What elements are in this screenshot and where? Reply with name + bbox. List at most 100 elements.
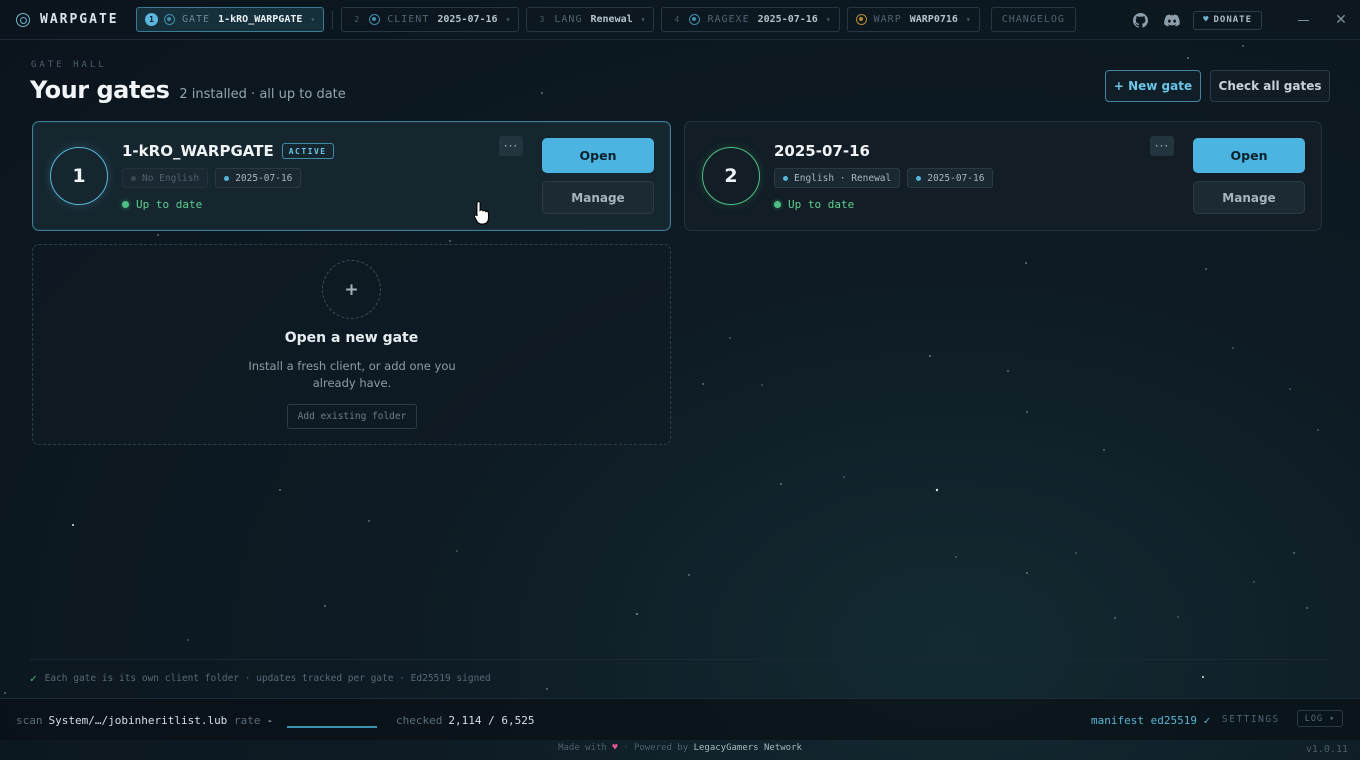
app-logo[interactable]: WARPGATE: [16, 12, 136, 27]
rate-status: rate -: [234, 714, 273, 727]
top-bar: WARPGATE 1 GATE 1-kRO_WARPGATE ▾ 2 CLIEN…: [0, 0, 1360, 40]
footer-note: ✓ Each gate is its own client folder · u…: [30, 672, 491, 685]
step-value: Renewal: [590, 14, 633, 25]
gate-status: Up to date: [774, 198, 854, 211]
gate-index-ring: 2: [702, 147, 760, 205]
language-tag: English · Renewal: [774, 168, 901, 188]
gate-card[interactable]: 1 1-kRO_WARPGATE ACTIVE No English 2025-…: [32, 121, 671, 231]
checked-value: 2,114 / 6,525: [448, 714, 535, 727]
step-label: GATE: [182, 14, 211, 25]
status-dot-icon: [122, 201, 129, 208]
step-value: 2025-07-16: [757, 14, 818, 25]
step-number: 4: [674, 15, 680, 24]
manage-gate-button[interactable]: Manage: [1193, 181, 1305, 214]
credits-powered-by: · Powered by: [623, 743, 689, 753]
github-icon[interactable]: [1129, 9, 1151, 31]
manifest-status[interactable]: manifest ed25519 ✓: [1091, 714, 1210, 727]
client-date-tag: 2025-07-16: [215, 168, 302, 188]
new-gate-description: Install a fresh client, or add one you a…: [248, 359, 456, 390]
rate-progress-fill: [287, 726, 377, 728]
checked-label: checked: [396, 714, 443, 727]
chevron-down-icon: ▾: [505, 15, 511, 24]
discord-icon[interactable]: [1161, 9, 1183, 31]
top-right-controls: ♥ DONATE ✕: [1129, 0, 1360, 40]
chevron-down-icon: ▾: [825, 15, 831, 24]
heart-icon: ♥: [612, 743, 618, 753]
step-ragexe[interactable]: 4 RAGEXE 2025-07-16 ▾: [661, 7, 840, 32]
tag-label: 2025-07-16: [927, 172, 985, 184]
tag-label: 2025-07-16: [235, 172, 293, 184]
more-options-button[interactable]: ···: [1150, 136, 1174, 156]
page-subtitle: 2 installed · all up to date: [179, 87, 346, 102]
warpgate-logo-icon: [16, 12, 30, 27]
donate-label: DONATE: [1213, 15, 1252, 25]
credits-made-with: Made with: [558, 743, 607, 753]
settings-button[interactable]: SETTINGS: [1222, 714, 1280, 725]
new-gate-card[interactable]: + Open a new gate Install a fresh client…: [32, 244, 671, 445]
tag-dot-icon: [131, 175, 136, 181]
client-date-tag: 2025-07-16: [907, 168, 994, 188]
heart-icon: ♥: [1203, 15, 1210, 25]
step-label: WARP: [873, 14, 902, 25]
active-badge: ACTIVE: [281, 143, 334, 159]
log-button[interactable]: LOG ▾: [1297, 710, 1343, 727]
open-gate-button[interactable]: Open: [1193, 138, 1305, 173]
new-gate-button[interactable]: + New gate: [1105, 70, 1201, 102]
plus-icon[interactable]: +: [322, 260, 381, 319]
changelog-button[interactable]: CHANGELOG: [990, 7, 1076, 32]
close-window-button[interactable]: ✕: [1322, 0, 1360, 40]
status-text: Up to date: [136, 198, 203, 211]
checked-status: checked 2,114 / 6,525: [396, 714, 534, 727]
status-text: Up to date: [788, 198, 855, 211]
check-all-gates-button[interactable]: Check all gates: [1210, 70, 1330, 102]
chevron-down-icon: ▾: [965, 15, 971, 24]
rate-label: rate: [234, 714, 261, 727]
app-version: v1.0.11: [1305, 744, 1348, 755]
chevron-down-icon: ▾: [310, 15, 316, 24]
scan-label: scan: [16, 714, 43, 727]
minimize-button[interactable]: [1284, 0, 1322, 40]
ellipsis-icon: ···: [1154, 139, 1170, 153]
tag-label: English · Renewal: [794, 172, 892, 184]
target-icon: [369, 14, 381, 25]
step-lang[interactable]: 3 LANG Renewal ▾: [526, 7, 655, 32]
step-gate[interactable]: 1 GATE 1-kRO_WARPGATE ▾: [136, 7, 325, 32]
setup-steps: 1 GATE 1-kRO_WARPGATE ▾ 2 CLIENT 2025-07…: [136, 0, 1076, 40]
step-label: LANG: [554, 14, 583, 25]
tag-dot-icon: [224, 175, 230, 181]
target-icon: [689, 14, 701, 25]
step-value: WARP0716: [909, 14, 958, 25]
step-value: 1-kRO_WARPGATE: [218, 14, 303, 25]
language-tag: No English: [122, 168, 209, 188]
credits-org-link[interactable]: LegacyGamers Network: [694, 743, 802, 753]
gate-name: 2025-07-16: [774, 142, 870, 160]
add-existing-folder-button[interactable]: Add existing folder: [287, 404, 417, 429]
tag-dot-icon: [783, 175, 788, 181]
hand-cursor-icon: [474, 200, 490, 225]
step-number: 2: [354, 15, 360, 24]
title-row: Your gates 2 installed · all up to date: [30, 76, 346, 104]
app-title: WARPGATE: [40, 12, 119, 27]
tag-label: No English: [142, 172, 200, 184]
credits: Made with ♥ · Powered by LegacyGamers Ne…: [0, 743, 1360, 753]
scan-status: scan System/…/jobinheritlist.lub: [16, 714, 227, 727]
step-client[interactable]: 2 CLIENT 2025-07-16 ▾: [341, 7, 520, 32]
rate-progress-bar: [287, 726, 377, 728]
gate-name-text: 2025-07-16: [774, 142, 870, 160]
gate-name-text: 1-kRO_WARPGATE: [122, 142, 274, 160]
open-gate-button[interactable]: Open: [542, 138, 654, 173]
step-label: RAGEXE: [707, 14, 750, 25]
step-value: 2025-07-16: [437, 14, 498, 25]
warp-status-icon: [855, 14, 867, 25]
minimize-icon: [1297, 19, 1309, 21]
status-bar: scan System/…/jobinheritlist.lub rate - …: [0, 698, 1360, 740]
gate-card[interactable]: 2 2025-07-16 English · Renewal 2025-07-1…: [684, 121, 1322, 231]
step-warp[interactable]: WARP WARP0716 ▾: [846, 7, 980, 32]
more-options-button[interactable]: ···: [499, 136, 523, 156]
donate-button[interactable]: ♥ DONATE: [1193, 10, 1262, 30]
footer-note-text: Each gate is its own client folder · upd…: [44, 673, 491, 684]
scan-value: System/…/jobinheritlist.lub: [48, 714, 228, 727]
tag-dot-icon: [916, 175, 922, 181]
close-icon: ✕: [1335, 12, 1347, 28]
manage-gate-button[interactable]: Manage: [542, 181, 654, 214]
